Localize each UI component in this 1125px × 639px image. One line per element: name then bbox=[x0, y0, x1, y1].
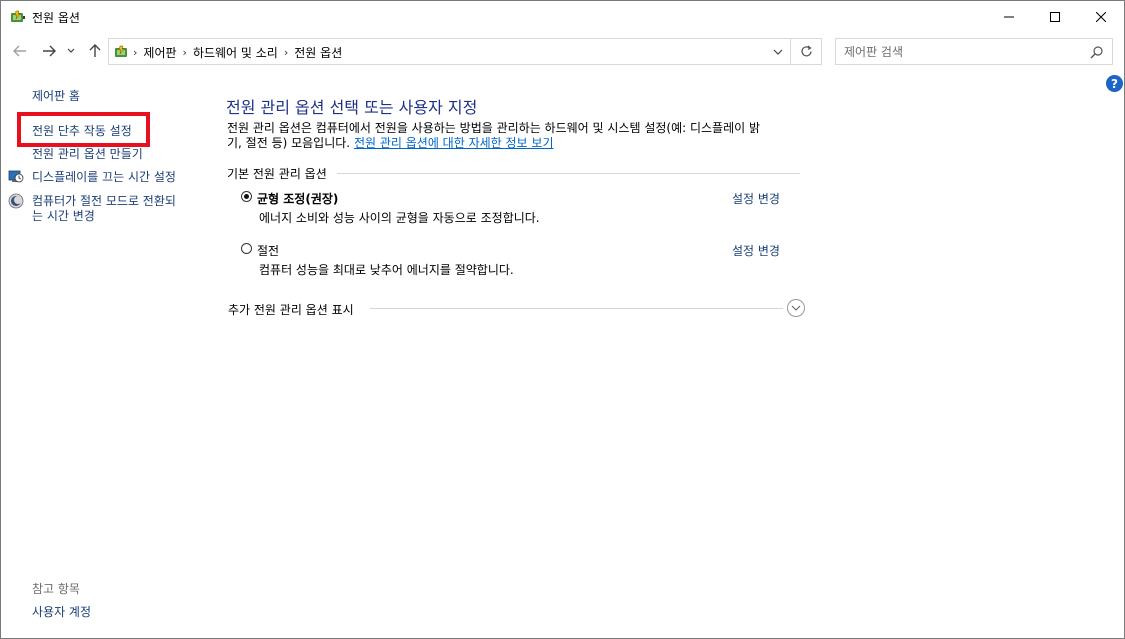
recent-locations-button[interactable] bbox=[64, 41, 78, 61]
display-clock-icon bbox=[8, 170, 24, 183]
address-bar[interactable]: › 제어판 › 하드웨어 및 소리 › 전원 옵션 bbox=[108, 38, 822, 65]
forward-button[interactable] bbox=[39, 41, 59, 61]
title-bar: 전원 옵션 bbox=[1, 1, 1124, 32]
plan-power-saver-name[interactable]: 절전 bbox=[257, 242, 279, 259]
plan-power-saver-change-settings-link[interactable]: 설정 변경 bbox=[732, 242, 780, 259]
plan-power-saver-radio[interactable] bbox=[241, 243, 252, 254]
breadcrumb-separator-icon: › bbox=[182, 46, 187, 59]
sleep-moon-icon bbox=[8, 193, 24, 209]
maximize-icon bbox=[1050, 11, 1060, 22]
up-button[interactable] bbox=[85, 41, 105, 61]
plan-balanced-name[interactable]: 균형 조정(권장) bbox=[257, 190, 338, 207]
up-arrow-icon bbox=[89, 44, 101, 57]
breadcrumb-item-hardware-sound[interactable]: 하드웨어 및 소리 bbox=[193, 44, 278, 61]
breadcrumb-item-power-options[interactable]: 전원 옵션 bbox=[294, 44, 342, 61]
control-panel-icon bbox=[115, 45, 127, 57]
user-accounts-link[interactable]: 사용자 계정 bbox=[32, 603, 91, 620]
more-info-link[interactable]: 전원 관리 옵션에 대한 자세한 정보 보기 bbox=[354, 136, 554, 150]
plan-balanced-description: 에너지 소비와 성능 사이의 균형을 자동으로 조정합니다. bbox=[259, 211, 540, 225]
chevron-down-icon bbox=[773, 49, 783, 55]
refresh-button[interactable] bbox=[790, 39, 821, 64]
window: 전원 옵션 › 제어판 › 하드웨어 및 소리 › 전원 옵션 제어판 검색 ?… bbox=[0, 0, 1125, 639]
chevron-down-icon bbox=[791, 305, 801, 311]
navigation-bar: › 제어판 › 하드웨어 및 소리 › 전원 옵션 bbox=[1, 33, 1124, 71]
see-also-label: 참고 항목 bbox=[32, 582, 80, 596]
preferred-plans-label: 기본 전원 관리 옵션 bbox=[227, 167, 327, 181]
breadcrumb-separator-icon: › bbox=[283, 46, 289, 59]
plan-power-saver-description: 컴퓨터 성능을 최대로 낮추어 에너지를 절약합니다. bbox=[259, 263, 514, 277]
window-title: 전원 옵션 bbox=[32, 11, 80, 25]
close-icon bbox=[1096, 11, 1106, 22]
breadcrumb: › 제어판 › 하드웨어 및 소리 › 전원 옵션 bbox=[133, 44, 342, 61]
search-icon[interactable] bbox=[1090, 45, 1104, 59]
page-description: 전원 관리 옵션은 컴퓨터에서 전원을 사용하는 방법을 관리하는 하드웨어 및… bbox=[227, 121, 807, 151]
show-additional-plans-label[interactable]: 추가 전원 관리 옵션 표시 bbox=[228, 301, 354, 318]
divider bbox=[337, 173, 800, 174]
back-arrow-icon bbox=[13, 45, 26, 57]
help-icon[interactable]: ? bbox=[1106, 75, 1123, 92]
refresh-icon bbox=[800, 45, 812, 57]
chevron-down-icon bbox=[67, 48, 75, 53]
search-input[interactable] bbox=[844, 43, 1084, 60]
description-line-2-text: 기, 절전 등) 모음입니다. bbox=[227, 136, 351, 150]
page-title: 전원 관리 옵션 선택 또는 사용자 지정 bbox=[226, 98, 478, 117]
sidebar-item-power-button-settings[interactable]: 전원 단추 작동 설정 bbox=[32, 123, 132, 139]
close-button[interactable] bbox=[1078, 1, 1124, 32]
minimize-icon bbox=[1004, 16, 1014, 17]
power-options-icon bbox=[11, 10, 25, 22]
breadcrumb-item-control-panel[interactable]: 제어판 bbox=[143, 44, 176, 61]
plan-balanced-radio[interactable] bbox=[241, 191, 252, 202]
breadcrumb-separator-icon: › bbox=[133, 46, 138, 59]
back-button[interactable] bbox=[10, 41, 30, 61]
minimize-button[interactable] bbox=[986, 1, 1032, 32]
maximize-button[interactable] bbox=[1032, 1, 1078, 32]
sidebar-item-create-power-plan[interactable]: 전원 관리 옵션 만들기 bbox=[32, 146, 143, 162]
control-panel-home-link[interactable]: 제어판 홈 bbox=[32, 87, 80, 104]
description-line-1: 전원 관리 옵션은 컴퓨터에서 전원을 사용하는 방법을 관리하는 하드웨어 및… bbox=[227, 121, 761, 135]
description-line-2: 기, 절전 등) 모음입니다. 전원 관리 옵션에 대한 자세한 정보 보기 bbox=[227, 136, 807, 151]
sidebar-item-sleep-time-line1[interactable]: 컴퓨터가 절전 모드로 전환되 bbox=[32, 193, 176, 209]
expand-additional-plans-button[interactable] bbox=[787, 299, 805, 317]
search-box[interactable] bbox=[835, 38, 1113, 65]
divider bbox=[370, 308, 783, 309]
sidebar-item-sleep-time-line2[interactable]: 는 시간 변경 bbox=[32, 208, 95, 224]
address-history-button[interactable] bbox=[769, 43, 787, 61]
sidebar-item-display-off-time[interactable]: 디스플레이를 끄는 시간 설정 bbox=[32, 169, 176, 185]
forward-arrow-icon bbox=[43, 45, 56, 57]
plan-balanced-change-settings-link[interactable]: 설정 변경 bbox=[732, 190, 780, 207]
